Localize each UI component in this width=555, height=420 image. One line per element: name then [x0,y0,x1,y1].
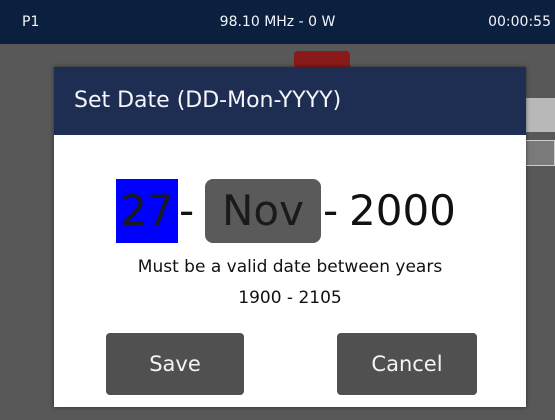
frequency-power-readout: 98.10 MHz - 0 W [219,14,336,30]
dialog-header: Set Date (DD-Mon-YYYY) [54,67,526,135]
year-field[interactable]: 2000 [349,179,456,243]
dialog-title: Set Date (DD-Mon-YYYY) [74,88,342,113]
date-editor: 27 - Nov - 2000 [54,179,526,243]
status-bar: P1 98.10 MHz - 0 W 00:00:55 [0,0,555,44]
background-element [525,140,555,166]
background-element [525,98,555,132]
validation-hint: Must be a valid date between years [137,257,443,277]
validation-range: 1900 - 2105 [238,288,342,308]
date-separator: - [179,186,195,235]
background-element [294,51,350,67]
save-button[interactable]: Save [106,333,244,395]
clock: 00:00:55 [488,14,551,30]
day-field[interactable]: 27 [116,179,178,243]
set-date-dialog: Set Date (DD-Mon-YYYY) 27 - Nov - 2000 M… [54,67,526,407]
cancel-button[interactable]: Cancel [337,333,477,395]
date-separator: - [323,186,339,235]
month-field[interactable]: Nov [205,179,321,243]
